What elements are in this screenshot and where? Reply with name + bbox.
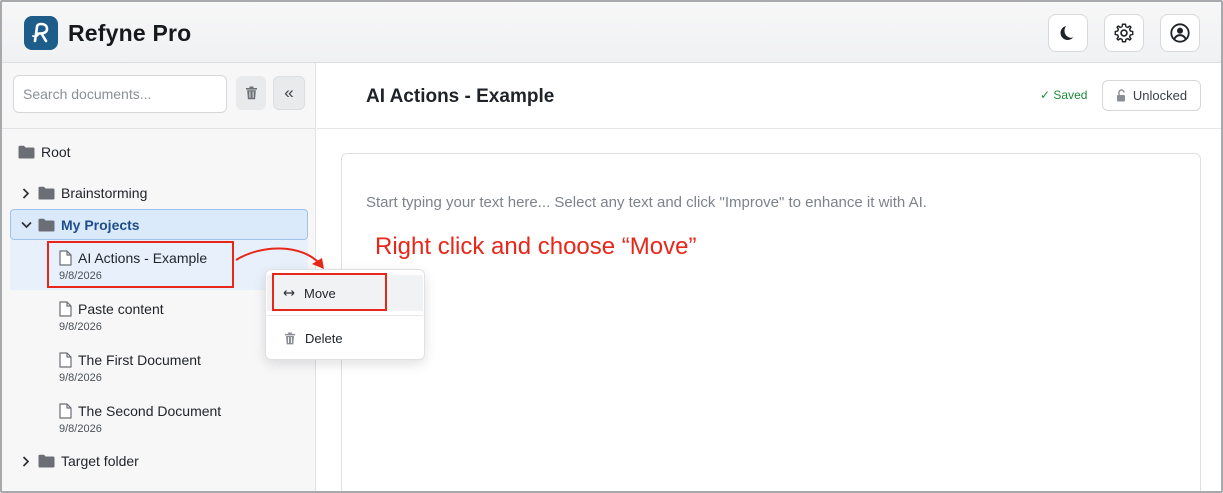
app-title: Refyne Pro <box>68 20 192 46</box>
lock-toggle-button[interactable]: Unlocked <box>1102 80 1201 111</box>
document-title: The First Document <box>78 352 201 368</box>
document-date: 9/8/2026 <box>59 423 102 435</box>
document-title: The Second Document <box>78 403 222 419</box>
context-menu-delete[interactable]: Delete <box>267 320 423 356</box>
moon-icon <box>1060 26 1074 40</box>
trash-icon <box>245 86 257 100</box>
user-circle-icon <box>1170 23 1190 43</box>
folder-icon <box>38 454 55 468</box>
settings-button[interactable] <box>1104 14 1144 52</box>
folder-icon <box>38 186 55 200</box>
document-date: 9/8/2026 <box>59 372 102 384</box>
document-title: Paste content <box>78 301 164 317</box>
document-icon <box>59 301 72 317</box>
annotation-text: Right click and choose “Move” <box>375 233 697 260</box>
app-window: Refyne Pro Search documents... « Root Br… <box>0 0 1223 493</box>
unlock-icon <box>1116 89 1125 102</box>
trash-button[interactable] <box>236 76 266 110</box>
trash-icon <box>284 332 296 344</box>
document-heading: AI Actions - Example <box>366 86 555 107</box>
folder-brainstorming[interactable]: Brainstorming <box>20 182 147 204</box>
tree-root[interactable]: Root <box>18 141 71 163</box>
folder-icon <box>18 145 35 159</box>
folder-label: Brainstorming <box>61 185 148 201</box>
lock-toggle-label: Unlocked <box>1132 88 1188 103</box>
folder-label: My Projects <box>61 217 140 233</box>
document-item[interactable]: The Second Document 9/8/2026 <box>59 402 299 435</box>
saved-status: ✓ Saved <box>1040 88 1088 102</box>
annotation-highlight-move <box>272 273 387 311</box>
gear-icon <box>1114 23 1134 43</box>
collapse-sidebar-button[interactable]: « <box>273 76 305 110</box>
app-logo-icon <box>24 16 58 50</box>
text-editor[interactable]: Start typing your text here... Select an… <box>341 153 1201 491</box>
annotation-highlight-document <box>47 241 234 288</box>
document-icon <box>59 403 72 419</box>
profile-button[interactable] <box>1160 14 1200 52</box>
document-icon <box>59 352 72 368</box>
folder-my-projects[interactable]: My Projects <box>20 214 140 236</box>
context-menu-delete-label: Delete <box>305 330 343 346</box>
folder-label: Target folder <box>61 453 139 469</box>
top-bar: Refyne Pro <box>2 2 1221 63</box>
chevron-right-icon[interactable] <box>20 187 32 199</box>
search-input[interactable] <box>13 75 227 113</box>
document-item[interactable]: Paste content 9/8/2026 <box>59 300 299 333</box>
tree-root-label: Root <box>41 144 71 160</box>
chevron-down-icon[interactable] <box>20 221 32 229</box>
sidebar-toolbar: « <box>2 63 315 129</box>
editor-placeholder: Start typing your text here... Select an… <box>366 194 927 211</box>
context-menu-divider <box>267 315 423 316</box>
chevron-right-icon[interactable] <box>20 455 32 467</box>
folder-target[interactable]: Target folder <box>20 450 139 472</box>
document-item[interactable]: The First Document 9/8/2026 <box>59 351 299 384</box>
document-header: AI Actions - Example ✓ Saved Unlocked <box>317 63 1221 129</box>
folder-icon <box>38 218 55 232</box>
dark-mode-button[interactable] <box>1048 14 1088 52</box>
document-date: 9/8/2026 <box>59 321 102 333</box>
